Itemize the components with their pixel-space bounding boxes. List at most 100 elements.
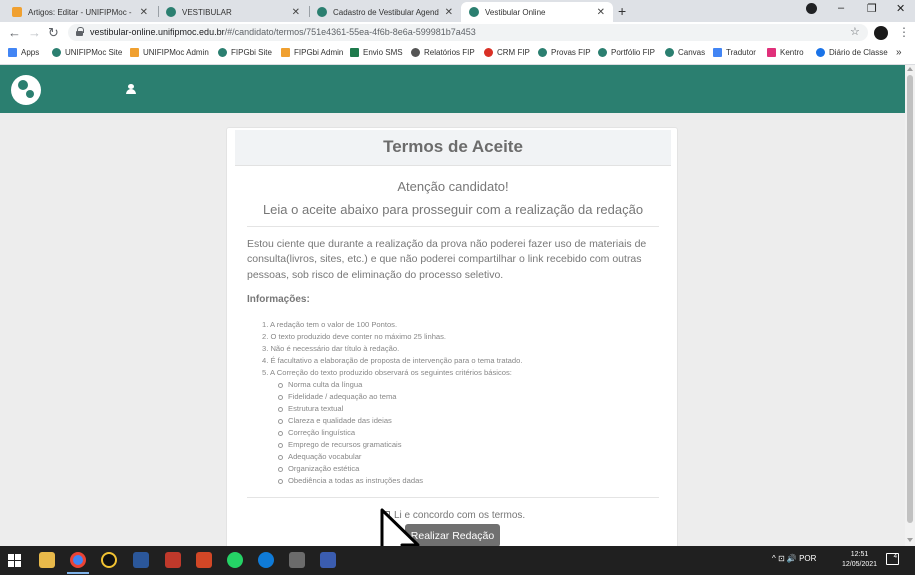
terms-paragraph: Estou ciente que durante a realização da… [247, 238, 647, 281]
criteria-item: Clareza e qualidade das ideias [262, 415, 662, 427]
bookmark-envio-sms[interactable]: Envio SMS [350, 48, 403, 57]
unifipmoc-icon [166, 7, 176, 17]
criteria-item: Norma culta da língua [262, 379, 662, 391]
tab-title: Vestibular Online [485, 7, 546, 17]
back-arrow-icon[interactable]: ← [8, 25, 21, 40]
bookmark-unifipmoc-admin[interactable]: UNIFIPMoc Admin [130, 48, 209, 57]
scroll-down-arrow-icon[interactable] [907, 538, 913, 542]
edge-icon[interactable] [258, 552, 274, 568]
unifipmoc-icon [665, 48, 674, 57]
bookmark-label: Portfólio FIP [611, 48, 656, 57]
divider [247, 226, 659, 227]
bookmark-fipgbi-site[interactable]: FIPGbi Site [218, 48, 272, 57]
tab-title: Cadastro de Vestibular Agendad [333, 7, 439, 17]
keyboard-app-icon[interactable] [289, 552, 305, 568]
bookmark-label: Provas FIP [551, 48, 591, 57]
bookmark-label: Apps [21, 48, 40, 57]
close-icon[interactable]: ✕ [140, 7, 148, 18]
windows-start-icon[interactable] [8, 554, 21, 567]
new-tab-button[interactable]: + [618, 3, 626, 19]
close-icon[interactable]: ✕ [597, 7, 605, 18]
clock-time: 12:51 [850, 551, 869, 558]
joomla-icon [12, 7, 22, 17]
taskbar-clock[interactable]: 12:51 12/05/2021 [842, 550, 877, 570]
bookmark-fipgbi-admin[interactable]: FIPGbi Admin [281, 48, 343, 57]
restore-button[interactable]: ❐ [867, 2, 877, 15]
whatsapp-icon[interactable] [227, 552, 243, 568]
browser-toolbar: ← → ↻ vestibular-online.unifipmoc.edu.br… [0, 22, 915, 44]
bookmark-star-icon[interactable]: ☆ [850, 25, 860, 38]
page-title: Termos de Aceite [383, 137, 523, 156]
tab-title: Artigos: Editar - UNIFIPMoc - Ce [28, 7, 134, 17]
terms-card: Termos de Aceite Atenção candidato! Leia… [226, 127, 678, 546]
page-viewport: Termos de Aceite Atenção candidato! Leia… [0, 65, 905, 546]
system-tray[interactable]: ^ ⊡ 🔊 POR [772, 554, 816, 563]
bookmark-portfolio-fip[interactable]: Portfólio FIP [598, 48, 655, 57]
criteria-item: Fidelidade / adequação ao tema [262, 391, 662, 403]
tab-artigos[interactable]: Artigos: Editar - UNIFIPMoc - Ce ✕ [4, 2, 156, 22]
bookmark-unifipmoc-site[interactable]: UNIFIPMoc Site [52, 48, 122, 57]
unifipmoc-icon [598, 48, 607, 57]
menu-kebab-icon[interactable]: ⋮ [898, 25, 910, 39]
notifications-icon[interactable]: 4 [886, 553, 899, 565]
lock-icon [76, 27, 84, 36]
forward-arrow-icon[interactable]: → [28, 25, 41, 40]
tab-vestibular-online[interactable]: Vestibular Online ✕ [461, 2, 613, 22]
profile-menu-icon[interactable] [806, 3, 817, 14]
user-icon[interactable] [126, 84, 136, 94]
tab-cadastro[interactable]: Cadastro de Vestibular Agendad ✕ [309, 2, 461, 22]
address-bar[interactable]: vestibular-online.unifipmoc.edu.br/#/can… [68, 24, 868, 41]
close-icon[interactable]: ✕ [292, 7, 300, 18]
bookmark-label: Diário de Classe [829, 48, 888, 57]
bookmark-label: Relatórios FIP [424, 48, 475, 57]
clock-date: 12/05/2021 [842, 561, 878, 568]
bookmark-crm-fip[interactable]: CRM FIP [484, 48, 530, 57]
list-item: 4. É facultativo a elaboração de propost… [262, 356, 523, 365]
bookmark-kentro[interactable]: Kentro [767, 48, 804, 57]
avatar[interactable] [874, 26, 888, 40]
bookmark-label: Kentro [780, 48, 804, 57]
card-header: Termos de Aceite [235, 130, 671, 166]
bookmark-tradutor[interactable]: Tradutor [713, 48, 756, 57]
active-app-indicator [67, 572, 89, 574]
criteria-item: Estrutura textual [262, 403, 662, 415]
bookmarks-bar: Apps UNIFIPMoc Site UNIFIPMoc Admin FIPG… [0, 44, 915, 65]
word-icon[interactable] [133, 552, 149, 568]
powerpoint-icon[interactable] [196, 552, 212, 568]
close-icon[interactable]: ✕ [445, 7, 453, 18]
list-item: 2. O texto produzido deve conter no máxi… [262, 332, 447, 341]
chrome-icon[interactable] [70, 552, 86, 568]
close-window-button[interactable]: ✕ [896, 2, 905, 15]
bookmarks-overflow-button[interactable]: » [896, 47, 902, 58]
clock-app-icon[interactable] [101, 552, 117, 568]
bookmark-label: FIPGbi Site [231, 48, 272, 57]
scroll-up-arrow-icon[interactable] [907, 67, 913, 71]
info-list: 1. A redação tem o valor de 100 Pontos. … [262, 319, 662, 487]
bookmark-canvas[interactable]: Canvas [665, 48, 705, 57]
globe-icon [816, 48, 825, 57]
criteria-item: Organização estética [262, 463, 662, 475]
tab-vestibular[interactable]: VESTIBULAR ✕ [158, 2, 308, 22]
app-launcher-icon[interactable] [320, 552, 336, 568]
bookmark-label: FIPGbi Admin [294, 48, 344, 57]
joomla-icon [281, 48, 290, 57]
kentro-icon [767, 48, 776, 57]
minimize-button[interactable]: – [838, 2, 844, 14]
scroll-thumb[interactable] [907, 75, 913, 523]
mail-icon [350, 48, 359, 57]
bookmark-provas-fip[interactable]: Provas FIP [538, 48, 591, 57]
reload-icon[interactable]: ↻ [48, 25, 59, 41]
tab-title: VESTIBULAR [182, 7, 232, 17]
page-scrollbar[interactable] [905, 65, 915, 546]
bookmark-apps[interactable]: Apps [8, 48, 39, 57]
file-explorer-icon[interactable] [39, 552, 55, 568]
criteria-item: Adequação vocabular [262, 451, 662, 463]
chat-app-icon[interactable] [165, 552, 181, 568]
joomla-icon [130, 48, 139, 57]
url-text[interactable]: vestibular-online.unifipmoc.edu.br/#/can… [90, 27, 476, 37]
bookmark-diario-de-classe[interactable]: Diário de Classe [816, 48, 888, 57]
unifipmoc-logo-icon[interactable] [11, 75, 41, 105]
unifipmoc-icon [52, 48, 61, 57]
divider [247, 497, 659, 498]
bookmark-relatorios-fip[interactable]: Relatórios FIP [411, 48, 475, 57]
